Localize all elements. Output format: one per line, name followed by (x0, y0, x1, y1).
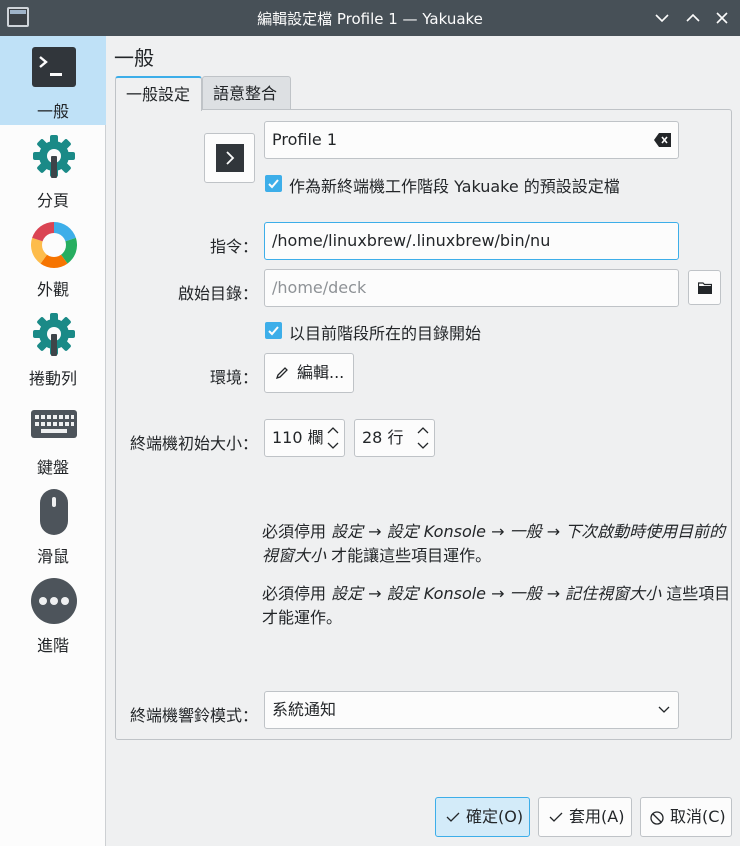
start-current-dir-label: 以目前階段所在的目錄開始 (289, 324, 482, 343)
sidebar-item-scrollbar[interactable]: 捲動列 (0, 303, 106, 392)
cancel-icon (650, 811, 664, 825)
sidebar-item-keyboard[interactable]: 鍵盤 (0, 392, 106, 481)
sidebar-item-label: 進階 (36, 636, 69, 655)
cancel-button[interactable]: 取消(C) (640, 797, 732, 837)
command-value: /home/linuxbrew/.linuxbrew/bin/nu (272, 231, 551, 250)
edit-environment-button[interactable]: 編輯... (264, 353, 354, 393)
window-size-note-1: 必須停用 設定 → 設定 Konsole → 一般 → 下次啟動時使用目前的視窗… (262, 522, 726, 565)
profile-icon-button[interactable] (204, 133, 255, 183)
chevron-down-icon[interactable] (650, 6, 674, 30)
terminal-icon (216, 144, 244, 172)
initial-directory-input[interactable]: /home/deck (264, 269, 679, 307)
ok-button[interactable]: 確定(O) (435, 797, 530, 837)
bell-mode-value: 系統通知 (272, 700, 337, 719)
default-profile-label: 作為新終端機工作階段 Yakuake 的預設設定檔 (289, 177, 620, 196)
sidebar-item-tabs[interactable]: 分頁 (0, 125, 106, 214)
start-current-dir-checkbox[interactable] (265, 322, 282, 339)
default-profile-checkbox[interactable] (265, 175, 282, 192)
checkmark-icon (549, 812, 563, 822)
more-icon (31, 578, 77, 624)
environment-label: 環境： (209, 368, 258, 387)
apply-button-label: 套用(A) (569, 807, 625, 826)
pencil-icon (275, 367, 288, 380)
cancel-button-label: 取消(C) (670, 807, 726, 826)
initial-size-label: 終端機初始大小： (129, 434, 258, 453)
sidebar-item-label: 鍵盤 (36, 458, 69, 477)
browse-directory-button[interactable] (688, 270, 721, 305)
close-icon[interactable] (710, 6, 734, 30)
folder-icon (698, 282, 712, 294)
clear-text-icon[interactable] (654, 132, 672, 148)
initial-directory-placeholder: /home/deck (272, 278, 367, 297)
sidebar: 一般 分頁 外觀 捲動列 鍵盤 滑鼠 進階 (0, 36, 106, 846)
color-wheel-icon (31, 222, 77, 268)
tab-general-settings[interactable]: 一般設定 (115, 76, 202, 111)
mouse-icon (40, 489, 68, 535)
spinbox-arrows-icon[interactable] (326, 423, 340, 453)
columns-value: 110 欄 (272, 428, 324, 447)
terminal-icon (32, 47, 76, 87)
chevron-down-icon (658, 706, 670, 713)
keyboard-icon (31, 410, 77, 438)
page-title: 一般 (114, 46, 154, 70)
spinbox-arrows-icon[interactable] (416, 423, 430, 453)
rows-spinbox[interactable]: 28 行 (354, 419, 435, 457)
command-input[interactable]: /home/linuxbrew/.linuxbrew/bin/nu (264, 222, 679, 260)
sidebar-item-general[interactable]: 一般 (0, 36, 106, 125)
sidebar-item-label: 滑鼠 (36, 547, 69, 566)
apply-button[interactable]: 套用(A) (538, 797, 632, 837)
bell-mode-select[interactable]: 系統通知 (264, 691, 679, 729)
sidebar-item-mouse[interactable]: 滑鼠 (0, 481, 106, 570)
rows-value: 28 行 (362, 428, 404, 447)
profile-name-value: Profile 1 (272, 130, 338, 149)
sidebar-item-appearance[interactable]: 外觀 (0, 214, 106, 303)
sidebar-item-label: 一般 (36, 102, 69, 121)
title-bar: 編輯設定檔 Profile 1 — Yakuake (0, 0, 740, 36)
gear-icon (33, 313, 75, 356)
sidebar-item-label: 外觀 (36, 280, 69, 299)
window-title: 編輯設定檔 Profile 1 — Yakuake (257, 10, 483, 28)
window-size-note-2: 必須停用 設定 → 設定 Konsole → 一般 → 記住視窗大小 這些項目才… (262, 584, 731, 627)
edit-button-label: 編輯... (297, 363, 345, 382)
initial-directory-label: 啟始目錄： (177, 284, 258, 303)
tab-semantic-integration[interactable]: 語意整合 (202, 76, 291, 110)
sidebar-item-label: 捲動列 (28, 369, 77, 388)
command-label: 指令： (209, 237, 258, 256)
chevron-up-icon[interactable] (681, 6, 705, 30)
profile-name-input[interactable]: Profile 1 (264, 121, 679, 159)
gear-icon (33, 135, 75, 178)
bell-mode-label: 終端機響鈴模式： (129, 706, 258, 725)
ok-button-label: 確定(O) (466, 807, 524, 826)
sidebar-item-advanced[interactable]: 進階 (0, 570, 106, 659)
checkmark-icon (446, 812, 460, 822)
columns-spinbox[interactable]: 110 欄 (264, 419, 345, 457)
sidebar-item-label: 分頁 (36, 191, 69, 210)
